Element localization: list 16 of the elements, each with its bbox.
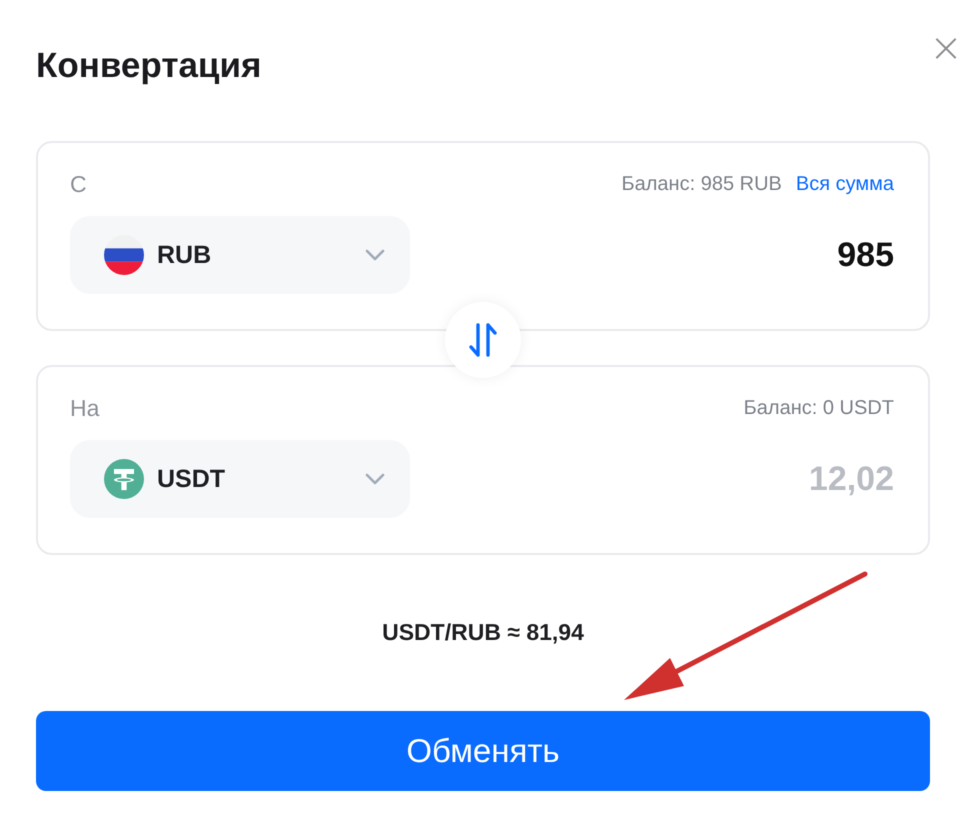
field-label: С — [70, 171, 87, 198]
exchange-rate: USDT/RUB ≈ 81,94 — [381, 619, 585, 646]
chevron-down-icon — [364, 248, 386, 262]
field-label: На — [70, 395, 100, 422]
exchange-button[interactable]: Обменять — [36, 711, 930, 791]
close-button[interactable]: × — [926, 26, 966, 70]
currency-select[interactable]: RUB — [70, 216, 410, 294]
russia-flag-icon — [104, 235, 144, 275]
chevron-down-icon — [364, 472, 386, 486]
currency-select[interactable]: USDT — [70, 440, 410, 518]
amount-field[interactable]: 985 — [594, 236, 894, 274]
balance-text: Баланс: 0 USDT — [744, 397, 894, 420]
max-amount-link[interactable]: Вся сумма — [796, 173, 894, 196]
tether-icon — [104, 459, 144, 499]
dialog-title: Конвертация — [36, 46, 262, 86]
balance-text: Баланс: 985 RUB — [622, 173, 782, 196]
